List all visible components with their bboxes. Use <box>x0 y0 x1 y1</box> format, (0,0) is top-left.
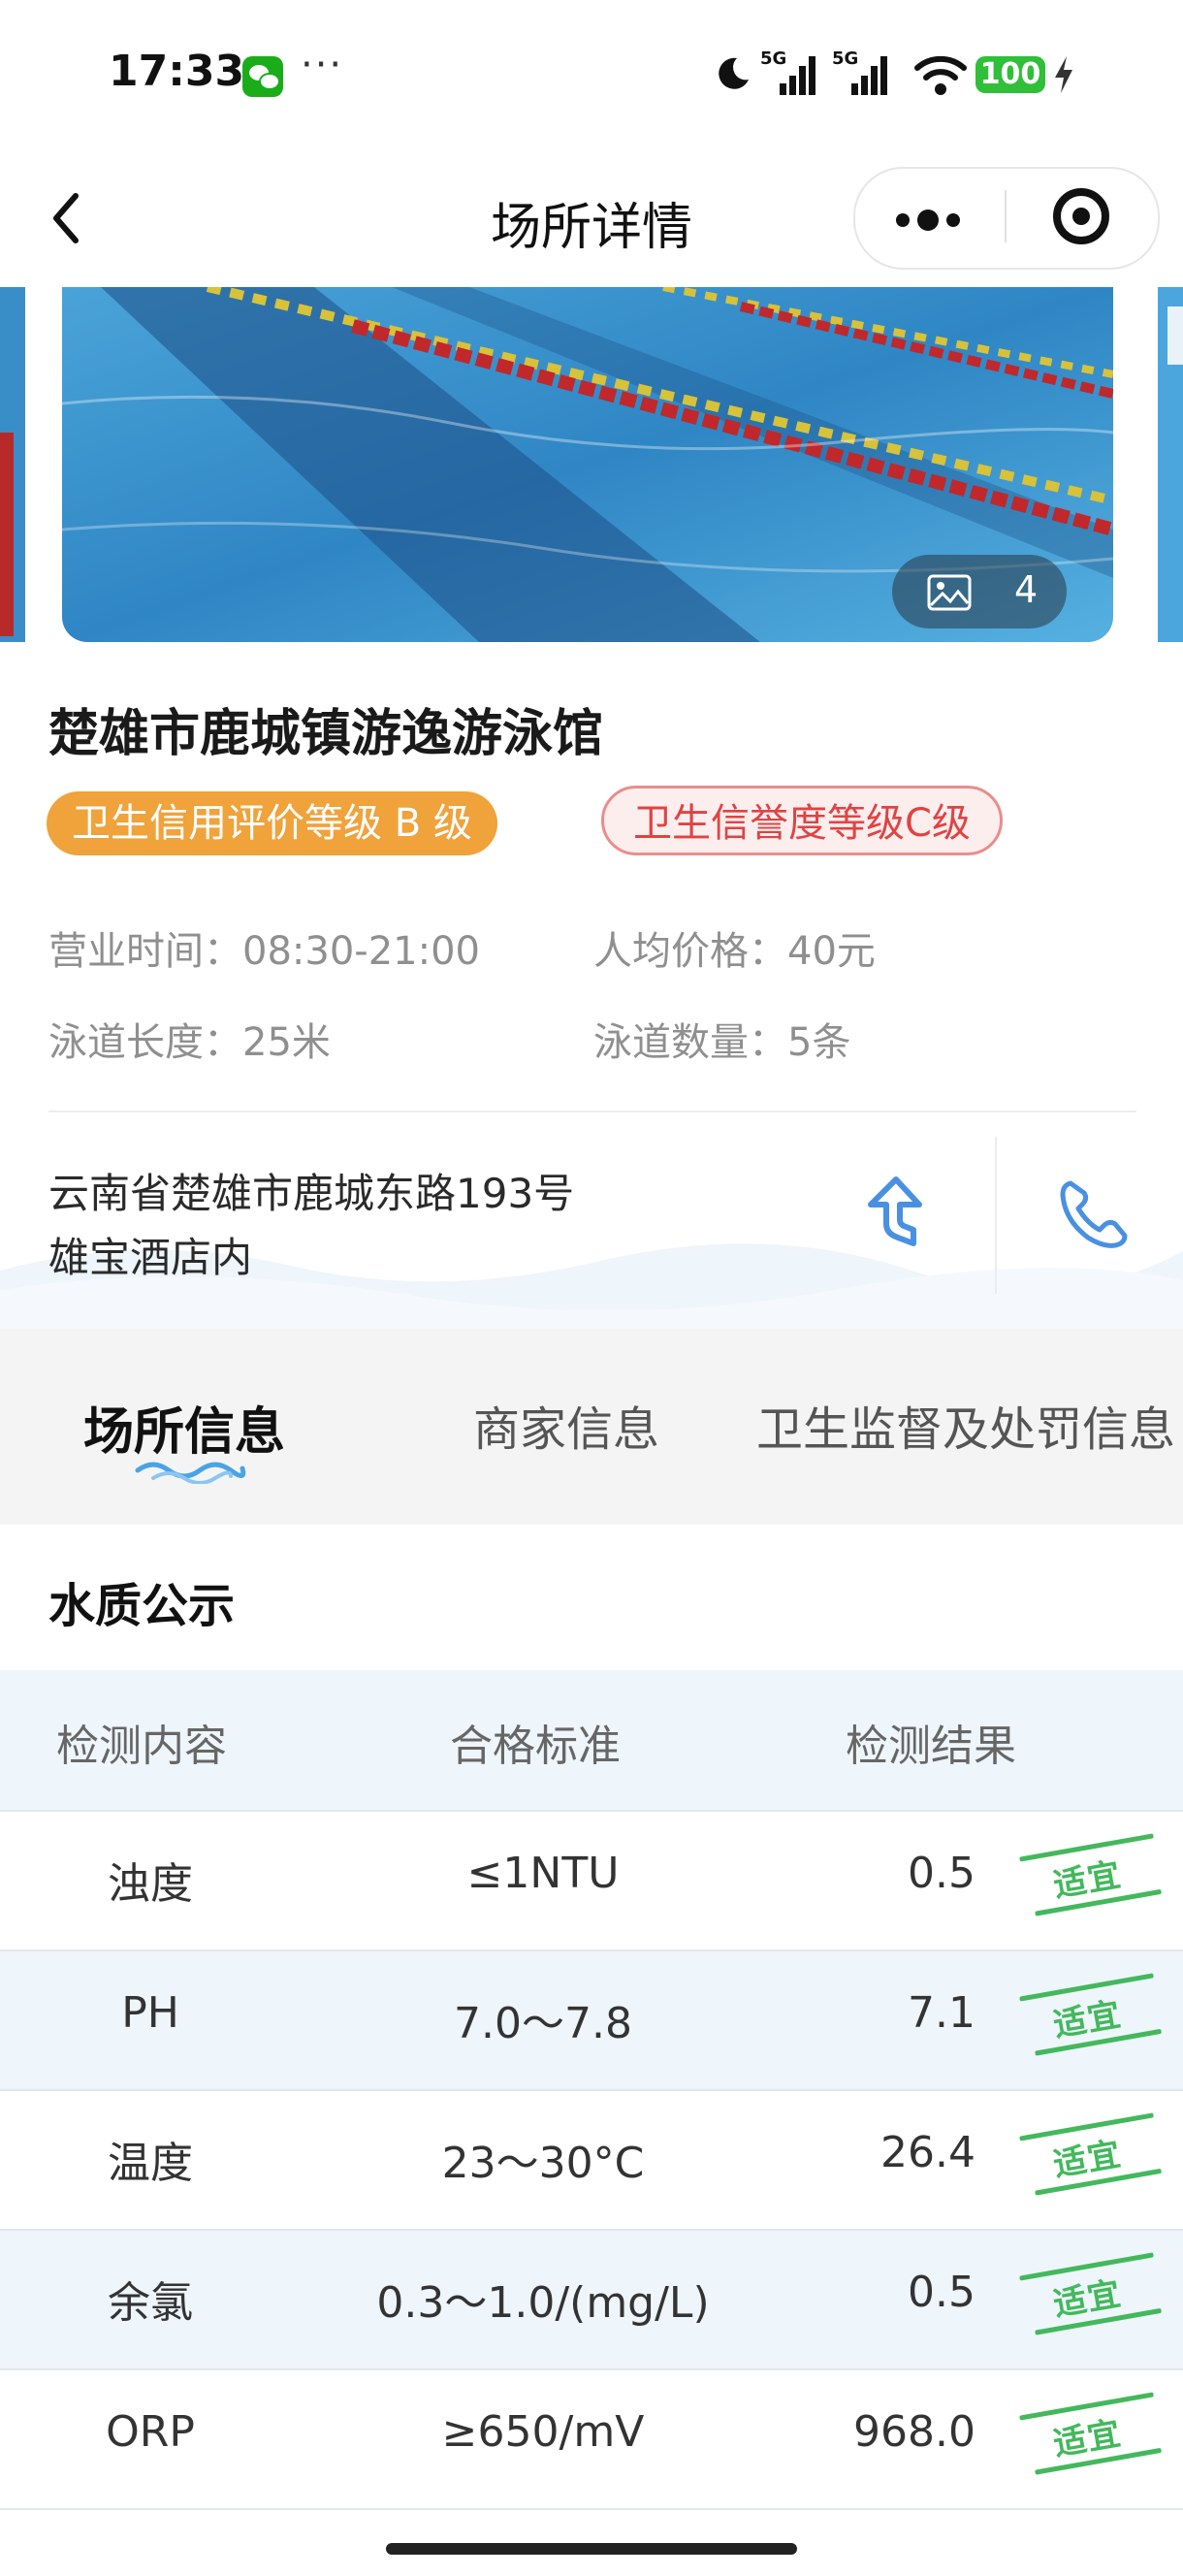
photo-count: 4 <box>1014 568 1039 611</box>
home-indicator[interactable] <box>386 2543 797 2555</box>
more-dots-icon[interactable] <box>896 206 968 231</box>
gallery-next-image[interactable] <box>1158 287 1183 642</box>
test-item: PH <box>121 1988 179 2038</box>
target-circle-icon[interactable] <box>1053 188 1109 244</box>
suitable-stamp: 适宜 <box>1018 1825 1166 1929</box>
table-row: 浊度 ≤1NTU 0.5 适宜 <box>0 1810 1183 1949</box>
address-line-1: 云南省楚雄市鹿城东路193号 <box>48 1170 575 1217</box>
navigate-icon[interactable] <box>863 1174 933 1253</box>
moon-icon <box>719 57 749 89</box>
gallery-prev-image[interactable] <box>0 287 25 642</box>
standard: 7.0～7.8 <box>454 1999 632 2048</box>
header-test-item: 检测内容 <box>56 1722 227 1771</box>
standard: 0.3～1.0/(mg/L) <box>376 2278 710 2328</box>
table-row: 温度 23～30°C 26.4 适宜 <box>0 2089 1183 2229</box>
address-line-2: 雄宝酒店内 <box>48 1234 253 1281</box>
status-more-indicator: ··· <box>301 43 344 87</box>
credit-rating-badge: 卫生信誉度等级C级 <box>601 786 1003 855</box>
status-time: 17:33 <box>109 47 245 96</box>
wechat-icon <box>242 56 283 97</box>
info-divider <box>48 1111 1136 1112</box>
table-row: PH 7.0～7.8 7.1 适宜 <box>0 1949 1183 2089</box>
suitable-stamp: 适宜 <box>1018 2105 1166 2208</box>
result: 968.0 <box>853 2407 975 2457</box>
standard: ≥650/mV <box>441 2407 645 2457</box>
suitable-stamp: 适宜 <box>1018 1965 1166 2069</box>
hygiene-rating-badge: 卫生信用评价等级 B 级 <box>47 791 497 855</box>
standard: ≤1NTU <box>466 1849 620 1898</box>
suitable-stamp: 适宜 <box>1018 2244 1166 2348</box>
active-tab-indicator <box>135 1462 246 1484</box>
charging-icon <box>1055 56 1072 93</box>
lane-count-label: 泳道数量： <box>593 1020 787 1065</box>
lane-length-label: 泳道长度： <box>48 1020 242 1065</box>
image-icon <box>927 574 972 611</box>
venue-name: 楚雄市鹿城镇游逸游泳馆 <box>48 705 604 763</box>
suitable-stamp: 适宜 <box>1018 2384 1166 2488</box>
tab-supervision-penalty[interactable]: 卫生监督及处罚信息 <box>756 1391 1175 1459</box>
lane-count: 泳道数量：5条 <box>593 1011 850 1067</box>
battery-indicator: 100 <box>975 56 1045 93</box>
result: 7.1 <box>908 1988 975 2038</box>
lane-length: 泳道长度：25米 <box>48 1011 331 1067</box>
header-standard: 合格标准 <box>450 1722 621 1771</box>
photo-count-badge[interactable]: 4 <box>892 555 1067 628</box>
test-item: 温度 <box>108 2139 193 2188</box>
test-item: 余氯 <box>108 2278 193 2328</box>
header-result: 检测结果 <box>846 1722 1016 1771</box>
result: 0.5 <box>908 1849 975 1898</box>
venue-address: 云南省楚雄市鹿城东路193号 雄宝酒店内 <box>48 1162 688 1290</box>
average-price-value: 40元 <box>787 929 876 974</box>
capsule-divider <box>1005 190 1007 242</box>
table-header: 检测内容 合格标准 检测结果 <box>0 1670 1183 1810</box>
water-quality-table: 检测内容 合格标准 检测结果 浊度 ≤1NTU 0.5 适宜 PH 7.0～7.… <box>0 1670 1183 2510</box>
tab-merchant-info[interactable]: 商家信息 <box>473 1391 659 1459</box>
action-divider <box>995 1137 997 1294</box>
test-item: ORP <box>106 2407 195 2457</box>
result: 0.5 <box>908 2268 975 2317</box>
wifi-icon <box>914 55 967 95</box>
test-item: 浊度 <box>108 1859 193 1909</box>
table-row: 余氯 0.3～1.0/(mg/L) 0.5 适宜 <box>0 2229 1183 2368</box>
average-price-label: 人均价格： <box>593 929 787 974</box>
average-price: 人均价格：40元 <box>593 919 876 976</box>
business-hours: 营业时间：08:30-21:00 <box>48 919 480 976</box>
table-row: ORP ≥650/mV 968.0 适宜 <box>0 2368 1183 2510</box>
tab-venue-info[interactable]: 场所信息 <box>83 1391 285 1464</box>
business-hours-value: 08:30-21:00 <box>242 929 480 974</box>
standard: 23～30°C <box>441 2139 645 2188</box>
water-quality-title: 水质公示 <box>48 1579 236 1633</box>
phone-icon[interactable] <box>1057 1177 1131 1251</box>
lane-length-value: 25米 <box>242 1020 331 1065</box>
result: 26.4 <box>880 2128 975 2177</box>
lane-count-value: 5条 <box>787 1020 851 1065</box>
business-hours-label: 营业时间： <box>48 929 242 974</box>
